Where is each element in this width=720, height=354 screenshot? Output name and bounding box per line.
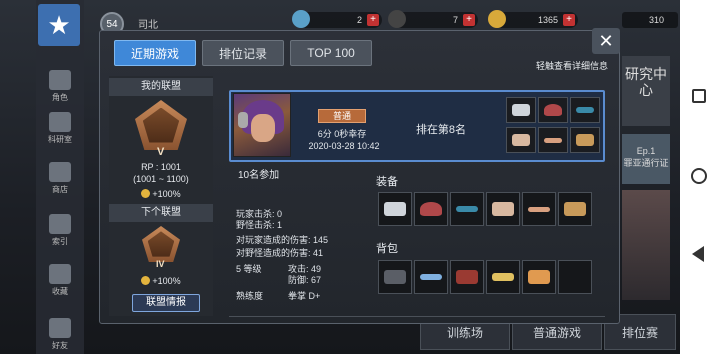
next-alliance-title: 下个联盟 xyxy=(109,204,213,222)
banana-icon xyxy=(492,273,514,281)
backpack-title: 背包 xyxy=(376,243,398,255)
backpack-slot[interactable] xyxy=(450,260,484,294)
match-item-slot[interactable] xyxy=(506,127,536,153)
currency-1[interactable]: 2 + xyxy=(292,10,382,28)
match-item-slot[interactable] xyxy=(570,97,600,123)
equipment-slot[interactable] xyxy=(378,192,412,226)
nav-collection[interactable]: 收藏 xyxy=(40,264,80,297)
hat-icon xyxy=(420,202,442,216)
episode-tile[interactable]: Ep.1 罪亚通行证 xyxy=(622,134,670,184)
shoe-icon xyxy=(384,270,406,284)
character-icon xyxy=(49,70,71,90)
match-item-slot[interactable] xyxy=(538,97,568,123)
match-item-slot[interactable] xyxy=(570,127,600,153)
necklace-icon xyxy=(576,107,594,113)
backpack-slot[interactable] xyxy=(486,260,520,294)
gamepad-icon xyxy=(49,318,71,338)
damage-to-players: 对玩家造成的伤害: 145 xyxy=(236,235,329,245)
level: 5 等级 xyxy=(236,264,262,274)
my-tier: V xyxy=(157,146,165,158)
glove-icon xyxy=(512,134,530,146)
nav-index[interactable]: 索引 xyxy=(40,214,80,247)
next-tier: IV xyxy=(156,259,165,269)
nav-friends[interactable]: 好友 xyxy=(40,318,80,351)
details-hint: 轻触查看详细信息 xyxy=(536,61,609,71)
player-name: 司北 xyxy=(138,20,158,31)
rp-value: RP : 1001 xyxy=(141,162,181,172)
divider xyxy=(229,316,605,317)
home-star-icon[interactable]: ★ xyxy=(38,4,80,46)
gun-icon xyxy=(512,104,530,116)
my-bonus: +100% xyxy=(109,189,213,199)
home-icon[interactable] xyxy=(691,168,707,184)
plus-icon[interactable]: + xyxy=(367,14,379,26)
damage-to-wild: 对野怪造成的伤害: 41 xyxy=(236,248,324,258)
match-date: 2020-03-28 10:42 xyxy=(308,141,380,151)
match-item-slot[interactable] xyxy=(506,97,536,123)
back-icon[interactable] xyxy=(692,246,704,262)
character-art xyxy=(622,190,670,300)
backpack-slot[interactable] xyxy=(414,260,448,294)
equipment-slot[interactable] xyxy=(450,192,484,226)
tab-rank-records[interactable]: 排位记录 xyxy=(202,40,284,66)
backpack-slot[interactable] xyxy=(522,260,556,294)
books-icon xyxy=(49,214,71,234)
survival-time: 6分 0秒幸存 xyxy=(317,129,367,139)
necklace-icon xyxy=(456,206,478,212)
meat-icon xyxy=(456,270,478,284)
stick-icon xyxy=(544,137,562,143)
plus-icon[interactable]: + xyxy=(463,14,475,26)
coin-icon xyxy=(488,10,506,28)
proficiency-value: 拳掌 D+ xyxy=(288,291,321,301)
currency-3[interactable]: 1365 + xyxy=(488,10,578,28)
research-center-tile[interactable]: 研究中心 xyxy=(622,56,670,126)
character-portrait xyxy=(233,93,291,157)
cart-icon xyxy=(49,162,71,182)
rp-range: (1001 ~ 1100) xyxy=(133,174,189,184)
close-button[interactable]: ✕ xyxy=(592,28,620,54)
nav-character[interactable]: 角色 xyxy=(40,70,80,103)
match-item-slot[interactable] xyxy=(538,127,568,153)
currency-2[interactable]: 7 + xyxy=(388,10,478,28)
hat-icon xyxy=(544,104,562,116)
coin-icon xyxy=(141,189,151,198)
currency-4[interactable]: 310 xyxy=(622,12,678,28)
coin-icon xyxy=(141,276,151,285)
proficiency-label: 熟练度 xyxy=(236,291,264,301)
equipment-slot[interactable] xyxy=(414,192,448,226)
backpack-slot-empty[interactable] xyxy=(558,260,592,294)
book-icon xyxy=(49,264,71,284)
wild-kills: 野怪击杀: 1 xyxy=(236,220,283,230)
backpack-slot[interactable] xyxy=(378,260,412,294)
glove-icon xyxy=(492,202,514,216)
equipment-slot[interactable] xyxy=(558,192,592,226)
plus-icon[interactable]: + xyxy=(563,14,575,26)
headphones-icon xyxy=(238,112,248,128)
flask-icon xyxy=(49,112,71,132)
ticket-icon xyxy=(388,10,406,28)
game-screen: ★ 角色 科研室 商店 索引 收藏 好友 54 司北 2 + 7 + 1365 + 3… xyxy=(0,0,720,354)
tab-recent-games[interactable]: 近期游戏 xyxy=(114,40,196,66)
nav-lab[interactable]: 科研室 xyxy=(40,112,80,145)
box-icon xyxy=(564,202,586,216)
players-count: 10名参加 xyxy=(238,170,280,181)
nav-shop[interactable]: 商店 xyxy=(40,162,80,195)
equipment-title: 装备 xyxy=(376,176,398,188)
tab-top100[interactable]: TOP 100 xyxy=(290,40,372,66)
gun-icon xyxy=(384,202,406,216)
my-alliance-title: 我的联盟 xyxy=(109,78,213,96)
bottle-icon xyxy=(420,274,442,280)
equipment-slot[interactable] xyxy=(486,192,520,226)
match-rank: 排在第8名 xyxy=(415,124,467,136)
stick-icon xyxy=(528,206,550,212)
next-bonus: +100% xyxy=(109,276,213,286)
alliance-info-button[interactable]: 联盟情报 xyxy=(132,294,200,312)
fish-icon xyxy=(528,270,550,284)
defense: 防御: 67 xyxy=(288,275,322,285)
mode-badge: 普通 xyxy=(318,109,366,123)
box-icon xyxy=(576,134,594,146)
gem-icon xyxy=(292,10,310,28)
recents-icon[interactable] xyxy=(692,89,706,103)
equipment-slot[interactable] xyxy=(522,192,556,226)
